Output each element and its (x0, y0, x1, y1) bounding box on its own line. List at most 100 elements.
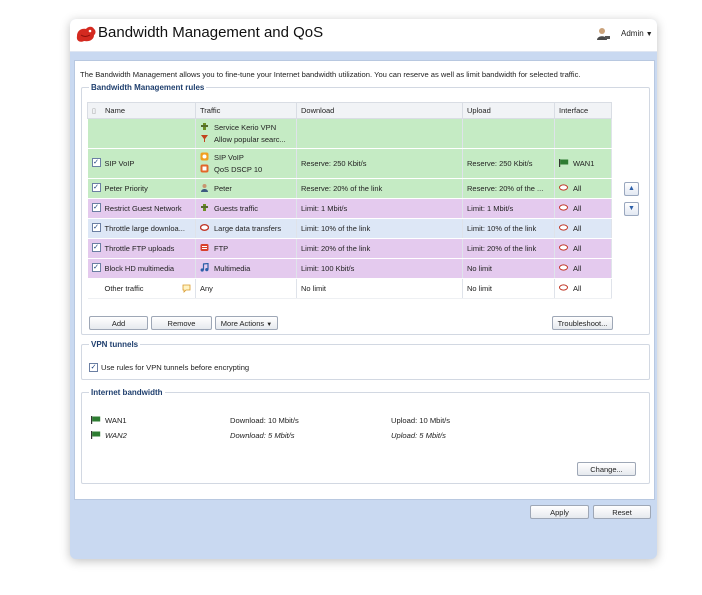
rule-traffic-cell: Any (195, 278, 297, 299)
rule-traffic-cell: FTP (195, 238, 297, 259)
rule-enabled-checkbox[interactable]: ✓ (91, 263, 101, 273)
app-window: Bandwidth Management and QoS Admin ▼ The … (70, 19, 657, 559)
music-note-icon (200, 263, 209, 272)
vpn-section: VPN tunnels (81, 340, 650, 380)
rule-traffic-cell: Service Kerio VPN Allow popular searc... (195, 118, 297, 149)
rule-upload-cell: No limit (462, 278, 555, 299)
user-name: Admin (621, 29, 644, 38)
content-panel: The Bandwidth Management allows you to f… (74, 60, 655, 500)
rule-enabled-checkbox[interactable]: ✓ (91, 223, 101, 233)
rule-enabled-checkbox[interactable]: ✓ (91, 243, 101, 253)
interface-flag-icon (91, 416, 101, 424)
rule-upload-cell: Reserve: 20% of the ... (462, 178, 555, 199)
kerio-logo-icon (75, 25, 97, 45)
bandwidth-upload: Upload: 10 Mbit/s (391, 416, 451, 425)
rule-download-cell: Limit: 20% of the link (296, 238, 463, 259)
all-interfaces-icon (559, 203, 568, 212)
table-row[interactable]: ✓ Restrict Guest Network Guests traffic L… (87, 198, 612, 219)
comment-icon[interactable] (182, 284, 191, 293)
column-header-name[interactable]: ▯ Name (87, 102, 196, 119)
vpn-rules-label: Use rules for VPN tunnels before encrypt… (101, 363, 250, 372)
rule-name-cell: ✓ Throttle large downloa... (87, 218, 196, 239)
table-row[interactable]: ✓ Peter Priority Peter Reserve: 20% of th… (87, 178, 612, 199)
rule-name-cell: ✓ Restrict Guest Network (87, 198, 196, 219)
rule-upload-cell: Limit: 1 Mbit/s (462, 198, 555, 219)
rule-download-cell: No limit (296, 278, 463, 299)
voip-icon (200, 152, 209, 161)
all-interfaces-icon (559, 183, 568, 192)
select-column-icon: ▯ (92, 108, 96, 115)
rule-name-cell: ✓ Block HD multimedia (87, 258, 196, 279)
rule-traffic-cell: SIP VoIP QoS DSCP 10 (195, 148, 297, 179)
rule-interface-cell: All (554, 218, 612, 239)
rule-download-cell: Limit: 10% of the link (296, 218, 463, 239)
rule-traffic-cell: Guests traffic (195, 198, 297, 219)
bandwidth-download: Download: 5 Mbit/s (230, 431, 295, 440)
rules-legend: Bandwidth Management rules (91, 83, 205, 92)
all-interfaces-icon (559, 243, 568, 252)
reset-button[interactable]: Reset (593, 505, 651, 519)
more-actions-button[interactable]: More Actions ▼ (215, 316, 278, 330)
rule-upload-cell: Limit: 10% of the link (462, 218, 555, 239)
rule-upload-cell: Reserve: 250 Kbit/s (462, 148, 555, 179)
internet-bandwidth-legend: Internet bandwidth (91, 388, 163, 397)
page-title: Bandwidth Management and QoS (98, 24, 324, 41)
search-filter-icon (200, 134, 209, 143)
qos-icon (200, 164, 209, 173)
rule-download-cell: Limit: 1 Mbit/s (296, 198, 463, 219)
table-row[interactable]: Other traffic Any No limit No limit All (87, 278, 612, 299)
rule-enabled-checkbox[interactable]: ✓ (91, 203, 101, 213)
user-icon[interactable] (596, 27, 610, 41)
table-row[interactable]: ✓ Throttle large downloa... Large data tr… (87, 218, 612, 239)
vpn-rules-option[interactable]: ✓ Use rules for VPN tunnels before encryp… (89, 362, 250, 373)
intro-text: The Bandwidth Management allows you to f… (80, 70, 581, 79)
column-header-upload[interactable]: Upload (462, 102, 555, 119)
add-button[interactable]: Add (89, 316, 148, 330)
rule-upload-cell: No limit (462, 258, 555, 279)
rules-table: ▯ Name Traffic Download Upload Interface … (87, 102, 612, 299)
rule-interface-cell (554, 118, 612, 149)
rule-enabled-checkbox[interactable]: ✓ (91, 183, 101, 193)
bandwidth-upload: Upload: 5 Mbit/s (391, 431, 446, 440)
table-row[interactable]: ✓ Throttle FTP uploads FTP Limit: 20% of … (87, 238, 612, 259)
interface-flag-icon (91, 431, 101, 439)
chevron-down-icon: ▼ (266, 322, 273, 328)
column-header-download[interactable]: Download (296, 102, 463, 119)
column-header-interface[interactable]: Interface (554, 102, 612, 119)
remove-button[interactable]: Remove (151, 316, 212, 330)
table-row[interactable]: ✓ Block HD multimedia Multimedia Limit: 1… (87, 258, 612, 279)
apply-button[interactable]: Apply (530, 505, 589, 519)
rule-name-cell: ✓ Peter Priority (87, 178, 196, 199)
move-up-button[interactable]: ▲ (624, 182, 639, 196)
rule-name-cell: Other traffic (87, 278, 196, 299)
rule-enabled-checkbox[interactable]: ✓ (91, 158, 101, 168)
rule-traffic-cell: Peter (195, 178, 297, 199)
table-row[interactable]: ✓ SIP VoIP SIP VoIP QoS DSCP 10 Reserve: … (87, 148, 612, 179)
troubleshoot-button[interactable]: Troubleshoot... (552, 316, 613, 330)
rule-name-cell: ✓ Throttle FTP uploads (87, 238, 196, 259)
user-menu[interactable]: Admin ▼ (621, 29, 653, 38)
rule-interface-cell: WAN1 (554, 148, 612, 179)
ftp-icon (200, 243, 209, 252)
bandwidth-link-row: WAN2 (91, 431, 127, 440)
table-row[interactable]: Service Kerio VPN Allow popular searc... (87, 118, 612, 149)
data-transfer-icon (200, 223, 209, 232)
all-interfaces-icon (559, 283, 568, 292)
rule-traffic-cell: Large data transfers (195, 218, 297, 239)
top-bar: Bandwidth Management and QoS Admin ▼ (70, 19, 657, 52)
interface-flag-icon (559, 159, 569, 167)
rule-download-cell: Limit: 100 Kbit/s (296, 258, 463, 279)
all-interfaces-icon (559, 263, 568, 272)
rule-name-cell: ✓ SIP VoIP (87, 148, 196, 179)
vpn-legend: VPN tunnels (91, 340, 139, 349)
rule-upload-cell: Limit: 20% of the link (462, 238, 555, 259)
chevron-down-icon: ▼ (645, 31, 653, 38)
vpn-service-icon (200, 122, 209, 131)
move-down-button[interactable]: ▼ (624, 202, 639, 216)
rule-upload-cell (462, 118, 555, 149)
change-button[interactable]: Change... (577, 462, 636, 476)
column-header-traffic[interactable]: Traffic (195, 102, 297, 119)
rule-interface-cell: All (554, 258, 612, 279)
rule-interface-cell: All (554, 278, 612, 299)
vpn-rules-checkbox[interactable]: ✓ (89, 362, 98, 372)
